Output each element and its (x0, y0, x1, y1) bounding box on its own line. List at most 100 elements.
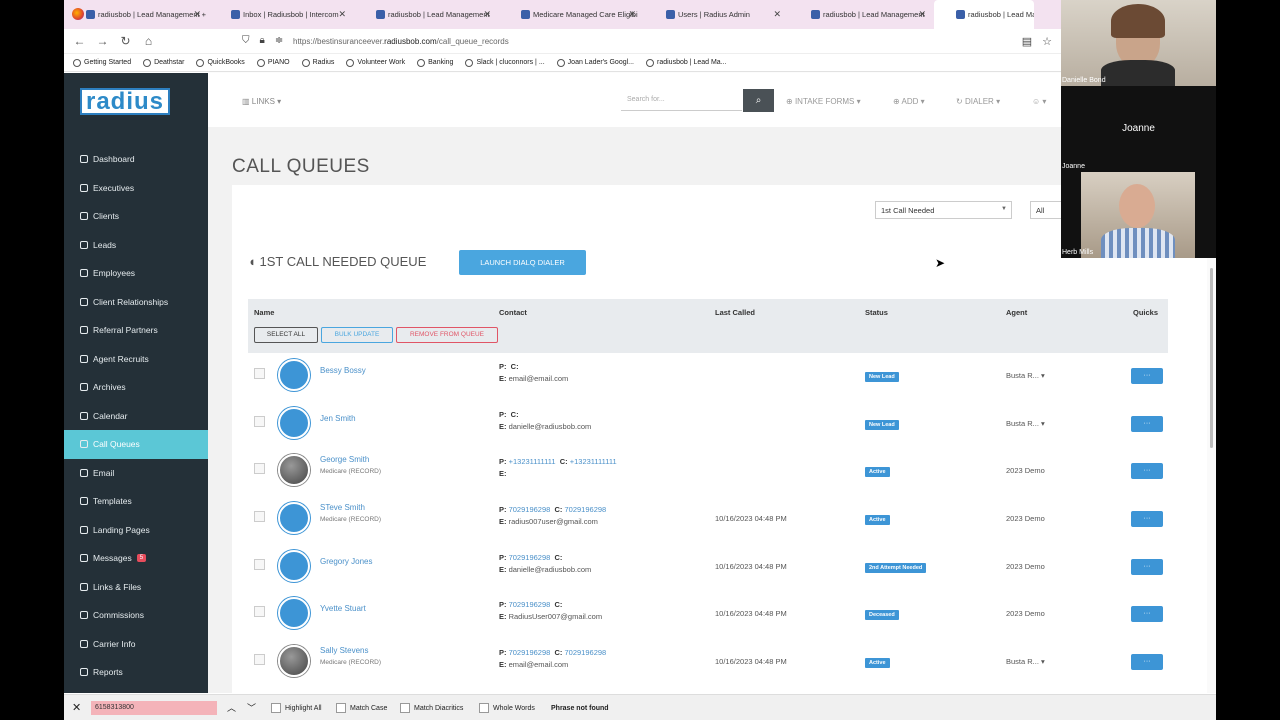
avatar[interactable] (278, 549, 310, 582)
dialer-menu[interactable]: ↻ DIALER ▾ (956, 97, 1000, 106)
contact-name-link[interactable]: Yvette Stuart (320, 604, 366, 613)
sidebar-item-reports[interactable]: Reports (64, 658, 208, 687)
quick-actions-button[interactable]: ··· (1131, 368, 1163, 384)
quick-actions-button[interactable]: ··· (1131, 558, 1163, 575)
bookmark-item[interactable]: QuickBooks (196, 58, 245, 67)
close-tab-icon[interactable]: ✕ (773, 9, 781, 20)
agent-select[interactable]: Busta R... ▾ (1006, 419, 1045, 428)
bookmark-star-icon[interactable]: ☆ (1042, 35, 1052, 48)
quick-actions-button[interactable]: ··· (1131, 463, 1163, 480)
sidebar-item-links-files[interactable]: Links & Files (64, 573, 208, 602)
forward-icon[interactable]: → (91, 34, 114, 48)
bookmark-item[interactable]: Joan Lader's Googl... (556, 58, 634, 67)
sidebar-item-referral-partners[interactable]: Referral Partners (64, 316, 208, 345)
find-input[interactable]: 6158313800 (91, 701, 217, 715)
chevron-up-icon[interactable]: ︿ (227, 701, 236, 714)
contact-name-link[interactable]: STeve Smith (320, 503, 365, 512)
quick-actions-button[interactable]: ··· (1131, 511, 1163, 528)
sidebar-item-agent-recruits[interactable]: Agent Recruits (64, 345, 208, 374)
close-tab-icon[interactable]: ✕ (628, 9, 636, 20)
agent-select[interactable]: Busta R... ▾ (1006, 657, 1045, 666)
sidebar-item-client-relationships[interactable]: Client Relationships (64, 288, 208, 317)
sidebar-item-commissions[interactable]: Commissions (64, 601, 208, 630)
sidebar-item-carrier-info[interactable]: Carrier Info (64, 630, 208, 659)
close-tab-icon[interactable]: ✕ (338, 9, 346, 20)
sidebar-item-leads[interactable]: Leads (64, 231, 208, 260)
back-icon[interactable]: ← (68, 34, 91, 48)
bookmark-item[interactable]: Radius (301, 58, 334, 67)
phone-link[interactable]: +13231111111 (509, 457, 556, 466)
whole-words-checkbox[interactable]: Whole Words (479, 703, 535, 713)
home-icon[interactable]: ⌂ (137, 34, 160, 48)
add-menu[interactable]: ⊕ ADD ▾ (893, 97, 925, 106)
sidebar-item-archives[interactable]: Archives (64, 373, 208, 402)
bookmark-item[interactable]: PIANO (256, 58, 290, 67)
row-checkbox[interactable] (254, 654, 265, 666)
avatar[interactable] (278, 645, 310, 678)
match-case-checkbox[interactable]: Match Case (336, 703, 387, 713)
avatar[interactable] (278, 359, 310, 391)
cell-link[interactable]: +13231111111 (570, 457, 617, 466)
contact-name-link[interactable]: Gregory Jones (320, 557, 372, 566)
remove-from-queue-button[interactable]: REMOVE FROM QUEUE (396, 327, 498, 343)
sidebar-item-email[interactable]: Email (64, 459, 208, 488)
close-icon[interactable]: ✕ (72, 701, 81, 714)
row-checkbox[interactable] (254, 606, 265, 618)
sidebar-item-call-queues[interactable]: Call Queues (64, 430, 208, 459)
contact-name-link[interactable]: Sally Stevens (320, 646, 368, 655)
contact-name-link[interactable]: Bessy Bossy (320, 366, 366, 375)
browser-tab[interactable]: radiusbob | Lead Management + ✕ (64, 0, 209, 29)
close-tab-icon[interactable]: ✕ (918, 9, 926, 20)
user-menu-icon[interactable]: ☺ ▾ (1032, 97, 1046, 106)
shield-icon[interactable]: ⛉ (242, 35, 250, 46)
bookmark-item[interactable]: Volunteer Work (346, 58, 405, 67)
radius-logo[interactable]: radius (80, 88, 170, 115)
reader-mode-icon[interactable]: ▤ (1022, 35, 1032, 48)
browser-tab[interactable]: radiusbob | Lead Manag (934, 0, 1034, 29)
sidebar-item-executives[interactable]: Executives (64, 174, 208, 203)
sidebar-item-landing-pages[interactable]: Landing Pages (64, 516, 208, 545)
bulk-update-button[interactable]: BULK UPDATE (321, 327, 393, 343)
links-menu[interactable]: ▥ LINKS ▾ (242, 97, 281, 106)
phone-link[interactable]: 7029196298 (509, 648, 551, 657)
phone-link[interactable]: 7029196298 (509, 505, 551, 514)
bookmark-item[interactable]: Banking (417, 58, 453, 67)
quick-actions-button[interactable]: ··· (1131, 654, 1163, 671)
close-tab-icon[interactable]: ✕ (193, 9, 201, 20)
page-scrollbar[interactable] (1207, 258, 1216, 693)
contact-name-link[interactable]: Jen Smith (320, 414, 356, 423)
sidebar-item-dashboard[interactable]: Dashboard (64, 145, 208, 174)
sidebar-item-messages[interactable]: Messages 5 (64, 544, 208, 573)
reload-icon[interactable]: ↻ (114, 34, 137, 48)
row-checkbox[interactable] (254, 463, 265, 475)
browser-tab[interactable]: Medicare Managed Care Eligibi ✕ (499, 0, 644, 29)
avatar[interactable] (278, 597, 310, 630)
phone-link[interactable]: 7029196298 (509, 600, 551, 609)
sidebar-item-templates[interactable]: Templates (64, 487, 208, 516)
highlight-all-checkbox[interactable]: Highlight All (271, 703, 322, 713)
browser-tab[interactable]: Users | Radius Admin ✕ (644, 0, 789, 29)
bookmark-item[interactable]: Getting Started (73, 58, 131, 67)
sidebar-item-clients[interactable]: Clients (64, 202, 208, 231)
row-checkbox[interactable] (254, 368, 265, 379)
bookmark-item[interactable]: radiusbob | Lead Ma... (646, 58, 727, 67)
row-checkbox[interactable] (254, 415, 265, 427)
match-diacritics-checkbox[interactable]: Match Diacritics (400, 703, 463, 713)
avatar[interactable] (278, 406, 310, 439)
sidebar-item-employees[interactable]: Employees (64, 259, 208, 288)
cell-link[interactable]: 7029196298 (565, 648, 607, 657)
close-tab-icon[interactable]: ✕ (483, 9, 491, 20)
avatar[interactable] (278, 502, 310, 535)
queue-select[interactable]: 1st Call Needed ▼ (875, 201, 1012, 219)
search-button[interactable]: ⌕ (743, 89, 774, 112)
phone-link[interactable]: 7029196298 (509, 553, 551, 562)
quick-actions-button[interactable]: ··· (1131, 415, 1163, 432)
browser-tab[interactable]: radiusbob | Lead Management ✕ (354, 0, 499, 29)
browser-tab[interactable]: Inbox | Radiusbob | Intercom ✕ (209, 0, 354, 29)
cell-link[interactable]: 7029196298 (565, 505, 607, 514)
contact-name-link[interactable]: George Smith (320, 455, 369, 464)
select-all-button[interactable]: SELECT ALL (254, 327, 318, 343)
search-input[interactable]: Search for... (621, 89, 742, 111)
lock-icon[interactable]: 🔒︎ (260, 35, 265, 46)
chevron-down-icon[interactable]: ﹀ (247, 701, 256, 714)
